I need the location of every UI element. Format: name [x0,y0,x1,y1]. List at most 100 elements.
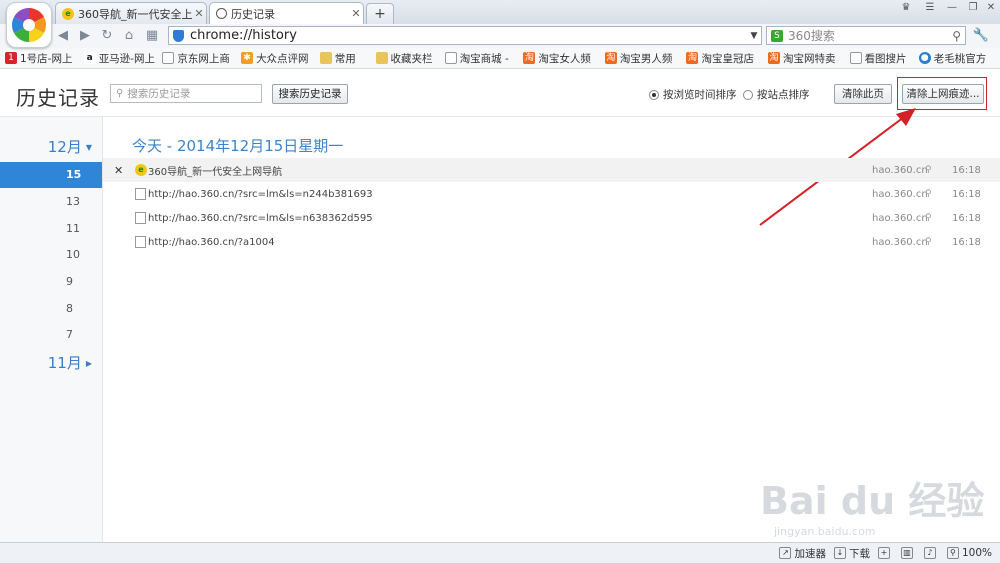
search-domain-icon[interactable]: ⚲ [925,189,932,199]
search-domain-icon[interactable]: ⚲ [925,213,932,223]
tab-label: 历史记录 [231,7,275,21]
bookmark-item[interactable]: 看图搜片 [845,51,914,66]
bookmark-item[interactable]: 淘淘宝男人频 [600,51,682,66]
bookmark-folder[interactable]: 收藏夹栏 [371,51,440,66]
extensions-grid-icon[interactable]: ▦ [143,27,161,45]
remove-entry-icon[interactable]: ✕ [114,164,123,177]
download-icon: ↓ [833,547,846,559]
page-icon [162,52,175,64]
bookmark-item[interactable]: a 亚马逊-网上 [79,51,158,66]
history-entry[interactable]: http://hao.360.cn/?src=lm&ls=n244b381693… [103,182,1000,206]
day-7[interactable]: 7 [0,322,102,348]
tab-history[interactable]: 历史记录 ✕ [209,2,364,24]
refresh-icon[interactable]: ↻ [98,27,116,45]
taobao-icon: 淘 [523,52,536,64]
zoom-button[interactable]: ⚲ 100% [946,547,992,559]
entry-title[interactable]: http://hao.360.cn/?src=lm&ls=n244b381693 [148,189,373,200]
entry-time: 16:18 [952,236,981,248]
amazon-icon: a [83,52,96,64]
history-entry[interactable]: http://hao.360.cn/?src=lm&ls=n638362d595… [103,206,1000,230]
search-domain-icon[interactable]: ⚲ [925,237,932,247]
watermark-url: jingyan.baidu.com [774,525,876,538]
browser-logo-icon[interactable] [6,2,52,48]
day-8[interactable]: 8 [0,296,102,322]
folder-icon [319,52,332,64]
day-11[interactable]: 11 [0,216,102,242]
tab-360-navigation[interactable]: e 360导航_新一代安全上网导 ✕ [55,2,207,24]
watermark-logo: Bai du 经验 [760,479,985,523]
bookmark-item[interactable]: 淘淘宝皇冠店 [681,51,763,66]
history-entry[interactable]: ✕ e 360导航_新一代安全上网导航 hao.360.cn ⚲ 16:18 [103,158,1000,182]
tools-wrench-icon[interactable]: 🔧 [972,27,990,45]
zoom-icon: ⚲ [946,547,959,559]
day-13[interactable]: 13 [0,189,102,215]
close-icon[interactable]: ✕ [980,0,1000,16]
entry-title[interactable]: 360导航_新一代安全上网导航 [148,163,282,178]
search-history-button[interactable]: 搜索历史记录 [272,84,348,104]
address-url: chrome://history [190,28,297,43]
forward-icon[interactable]: ▶ [76,27,94,45]
month-november[interactable]: 11月 ▶ [0,352,92,373]
add-icon[interactable]: + [877,547,893,559]
folder-icon [375,52,388,64]
sort-by-time-radio[interactable]: 按浏览时间排序 [649,87,737,102]
home-icon[interactable]: ⌂ [120,27,138,45]
taobao-icon: 淘 [768,52,781,64]
status-bar: ↗ 加速器 ↓ 下载 + ▥ ♪ ⚲ 100% [0,542,1000,563]
search-icon[interactable]: ⚲ [952,29,961,43]
trash-icon[interactable]: ▥ [900,547,916,559]
volume-icon[interactable]: ♪ [923,547,939,559]
bookmark-item[interactable]: 淘宝商城 - [440,51,519,66]
bookmark-item[interactable]: 淘淘宝网特卖 [763,51,845,66]
page-icon [135,236,146,248]
tab-close-icon[interactable]: ✕ [349,7,363,20]
bookmark-item[interactable]: ● 老毛桃官方 [914,51,1000,66]
entry-title[interactable]: http://hao.360.cn/?a1004 [148,237,275,248]
entry-domain: hao.360.cn [872,164,928,176]
taobao-icon: 淘 [604,52,617,64]
page-icon [849,52,862,64]
bookmark-item[interactable]: 京东网上商 [157,51,236,66]
day-9[interactable]: 9 [0,269,102,295]
radio-unchecked-icon [743,89,753,100]
laomaotao-icon: ● [918,52,931,64]
skin-icon[interactable]: ♛ [895,0,917,16]
entry-title[interactable]: http://hao.360.cn/?src=lm&ls=n638362d595 [148,213,373,224]
entry-domain: hao.360.cn [872,236,928,248]
rocket-icon: ↗ [779,547,792,559]
history-entry[interactable]: http://hao.360.cn/?a1004 hao.360.cn ⚲ 16… [103,230,1000,254]
bookmark-item[interactable]: 淘淘宝女人频 [518,51,600,66]
day-10[interactable]: 10 [0,242,102,268]
shield-icon [173,29,184,42]
history-search-input[interactable]: ⚲ 搜索历史记录 [110,84,262,103]
day-15[interactable]: 15 [0,162,102,188]
month-december[interactable]: 12月 ▼ [0,136,92,157]
entry-domain: hao.360.cn [872,188,928,200]
caret-right-icon: ▶ [85,359,92,368]
download-button[interactable]: ↓ 下载 [833,546,870,561]
bookmark-item[interactable]: 1 1号店-网上 [0,51,79,66]
accelerator-button[interactable]: ↗ 加速器 [779,546,826,561]
new-tab-button[interactable]: + [366,3,394,24]
history-search-placeholder: 搜索历史记录 [127,88,191,100]
radio-checked-icon [649,89,659,100]
menu-icon[interactable]: ☰ [919,0,941,16]
bookmark-folder[interactable]: 常用 [315,51,371,66]
page-icon [444,52,457,64]
tab-close-icon[interactable]: ✕ [192,7,206,20]
baidu-jingyan-watermark: Bai du 经验 jingyan.baidu.com [760,470,984,538]
address-bar[interactable]: chrome://history ▼ [168,26,762,45]
caret-down-icon: ▼ [85,143,92,152]
360-icon: e [62,7,74,20]
minimize-icon[interactable]: — [941,0,963,16]
search-placeholder: 360搜索 [788,29,835,43]
back-icon[interactable]: ◀ [54,27,72,45]
search-box[interactable]: S 360搜索 ⚲ [766,26,966,45]
bookmarks-bar: 1 1号店-网上 a 亚马逊-网上 京东网上商 ✱ 大众点评网 常用 收藏夹栏 淘宝商… [0,48,1000,69]
360-search-icon: S [771,29,783,42]
clock-icon [216,8,227,19]
search-domain-icon[interactable]: ⚲ [925,165,932,175]
bookmark-item[interactable]: ✱ 大众点评网 [236,51,315,66]
entry-time: 16:18 [952,188,981,200]
chevron-down-icon[interactable]: ▼ [747,31,761,41]
